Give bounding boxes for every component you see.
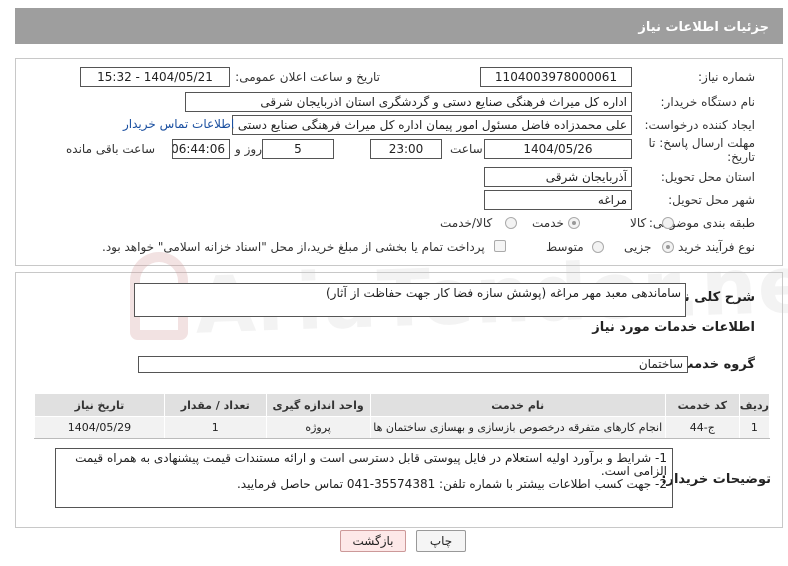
buyer-contact-link[interactable]: اطلاعات تماس خریدار: [123, 117, 234, 131]
deadline-time-field[interactable]: 23:00: [370, 139, 442, 159]
buyer-org-field[interactable]: اداره کل میراث فرهنگی صنایع دستی و گردشگ…: [185, 92, 632, 112]
cell-need-date: 1404/05/29: [34, 416, 165, 439]
process-label: نوع فرآیند خرید :: [670, 240, 755, 254]
buyer-org-label: نام دستگاه خریدار:: [660, 95, 756, 109]
description-field[interactable]: ساماندهی معبد مهر مراغه (پوشش سازه فضا ک…: [134, 283, 686, 317]
cell-row-number: 1: [738, 416, 771, 439]
details-panel: [15, 58, 783, 266]
category-radio-goods[interactable]: [662, 217, 674, 229]
remaining-time-label: ساعت باقی مانده: [66, 142, 156, 156]
process-radio-medium[interactable]: [592, 241, 604, 253]
remaining-time-field[interactable]: 06:44:06: [172, 139, 230, 159]
column-header-service-name: نام خدمت: [369, 393, 666, 417]
province-label: استان محل تحویل:: [660, 170, 755, 184]
cell-service-code: ج-44: [664, 416, 740, 439]
announce-label: تاریخ و ساعت اعلان عمومی:: [235, 70, 380, 84]
requester-label: ایجاد کننده درخواست:: [644, 118, 755, 132]
column-header-service-code: کد خدمت: [664, 393, 740, 417]
buyer-notes-line-2: 2- جهت کسب اطلاعات بیشتر با شماره تلفن: …: [236, 477, 667, 491]
days-remaining-field[interactable]: 5: [262, 139, 334, 159]
treasury-payment-note: پرداخت تمام یا بخشی از مبلغ خرید،از محل …: [102, 240, 485, 254]
category-radio-service[interactable]: [568, 217, 580, 229]
back-button[interactable]: بازگشت: [340, 530, 406, 552]
need-number-field[interactable]: 1104003978000061: [480, 67, 632, 87]
requester-field[interactable]: علی محمدزاده فاضل مسئول امور پیمان اداره…: [232, 115, 632, 135]
buyer-notes-label: توضیحات خریدار:: [661, 472, 771, 487]
column-header-unit: واحد اندازه گیری: [265, 393, 371, 417]
days-label: روز و: [235, 142, 262, 156]
announce-datetime-field[interactable]: 1404/05/21 - 15:32: [80, 67, 230, 87]
print-button[interactable]: چاپ: [416, 530, 466, 552]
description-text: ساماندهی معبد مهر مراغه (پوشش سازه فضا ک…: [325, 286, 681, 300]
buyer-notes-line-1: 1- شرایط و برآورد اولیه استعلام در فایل …: [75, 451, 667, 478]
cell-quantity: 1: [163, 416, 267, 439]
city-label: شهر محل تحویل:: [668, 193, 755, 207]
deadline-date-field[interactable]: 1404/05/26: [484, 139, 632, 159]
services-section-title: اطلاعات خدمات مورد نیاز: [592, 320, 755, 335]
column-header-need-date: تاریخ نیاز: [34, 393, 165, 417]
column-header-quantity: تعداد / مقدار: [163, 393, 267, 417]
table-row[interactable]: 1 ج-44 انجام کارهای متفرقه درخصوص بازساز…: [34, 416, 771, 439]
cell-service-name: انجام کارهای متفرقه درخصوص بازسازی و بهس…: [369, 416, 666, 439]
treasury-payment-checkbox[interactable]: [494, 240, 506, 252]
category-option-service: خدمت: [532, 216, 564, 230]
category-radio-goods-service[interactable]: [505, 217, 517, 229]
page-title: جزئیات اطلاعات نیاز: [638, 20, 769, 35]
city-field[interactable]: مراغه: [484, 190, 632, 210]
deadline-time-label: ساعت: [450, 142, 483, 156]
column-header-row-number: ردیف: [738, 393, 771, 417]
cell-unit: پروژه: [265, 416, 371, 439]
province-field[interactable]: آذربایجان شرقی: [484, 167, 632, 187]
category-option-goods-service: کالا/خدمت: [440, 216, 493, 230]
buyer-notes-field[interactable]: 1- شرایط و برآورد اولیه استعلام در فایل …: [55, 448, 673, 508]
services-table: ردیف کد خدمت نام خدمت واحد اندازه گیری ت…: [34, 393, 771, 439]
process-radio-minor[interactable]: [662, 241, 674, 253]
process-option-medium: متوسط: [546, 240, 584, 254]
category-option-goods: کالا: [630, 216, 647, 230]
need-number-label: شماره نیاز:: [698, 70, 755, 84]
service-group-field[interactable]: ساختمان: [138, 356, 688, 373]
process-option-minor: جزیی: [624, 240, 652, 254]
deadline-label: مهلت ارسال پاسخ: تا: [648, 136, 755, 150]
page-header: جزئیات اطلاعات نیاز: [15, 8, 783, 44]
deadline-label-2: تاریخ:: [727, 150, 755, 164]
table-header-row: ردیف کد خدمت نام خدمت واحد اندازه گیری ت…: [34, 393, 771, 417]
